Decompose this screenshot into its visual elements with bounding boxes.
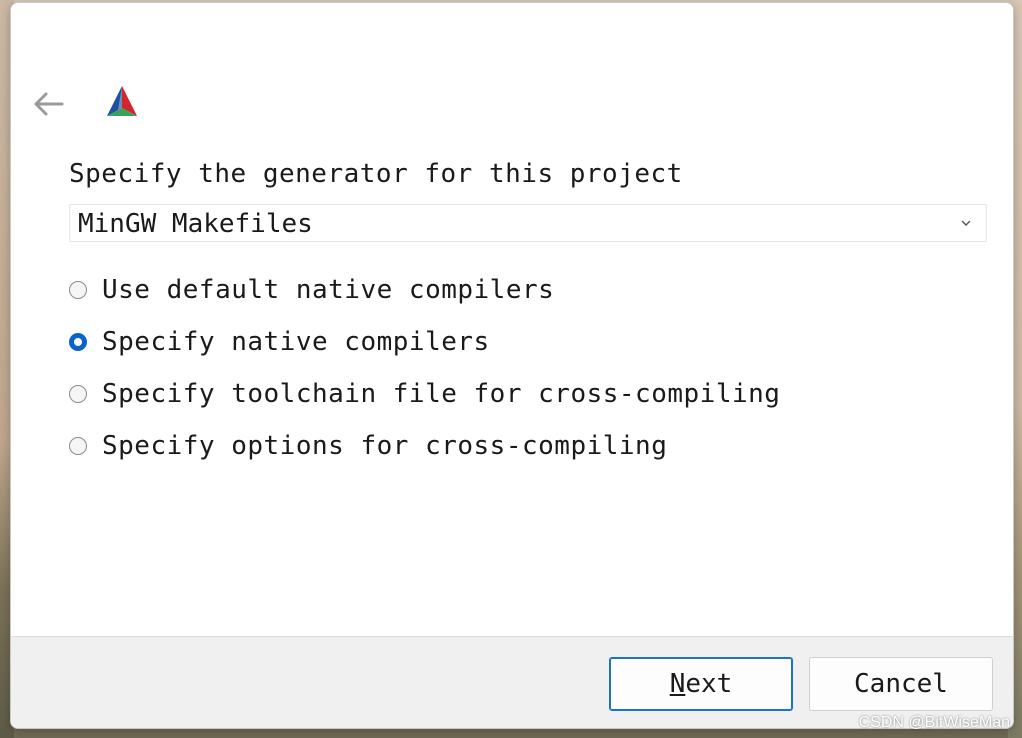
cmake-logo-icon xyxy=(107,86,137,116)
generator-prompt: Specify the generator for this project xyxy=(69,159,683,189)
radio-label: Specify toolchain file for cross-compili… xyxy=(102,379,781,409)
radio-specify-native-compilers[interactable]: Specify native compilers xyxy=(69,325,490,359)
radio-label: Specify options for cross-compiling xyxy=(102,431,668,461)
generator-selected-value: MinGW Makefiles xyxy=(78,209,313,239)
back-button[interactable] xyxy=(31,87,65,121)
radio-button-selected[interactable] xyxy=(69,333,87,351)
cancel-button[interactable]: Cancel xyxy=(809,657,993,711)
radio-button[interactable] xyxy=(69,385,87,403)
back-arrow-icon xyxy=(34,92,64,116)
next-label-rest: ext xyxy=(685,669,733,699)
radio-button[interactable] xyxy=(69,281,87,299)
chevron-down-icon xyxy=(961,220,971,226)
next-mnemonic: N xyxy=(669,669,686,699)
next-button[interactable]: Next xyxy=(609,657,793,711)
radio-label: Specify native compilers xyxy=(102,327,490,357)
radio-specify-cross-options[interactable]: Specify options for cross-compiling xyxy=(69,429,667,463)
cmake-wizard-dialog: Specify the generator for this project M… xyxy=(10,2,1014,729)
generator-dropdown[interactable]: MinGW Makefiles xyxy=(69,204,987,242)
radio-default-native-compilers[interactable]: Use default native compilers xyxy=(69,273,554,307)
watermark: CSDN @BitWiseMan xyxy=(858,714,1010,731)
radio-specify-toolchain-file[interactable]: Specify toolchain file for cross-compili… xyxy=(69,377,780,411)
radio-label: Use default native compilers xyxy=(102,275,555,305)
radio-button[interactable] xyxy=(69,437,87,455)
